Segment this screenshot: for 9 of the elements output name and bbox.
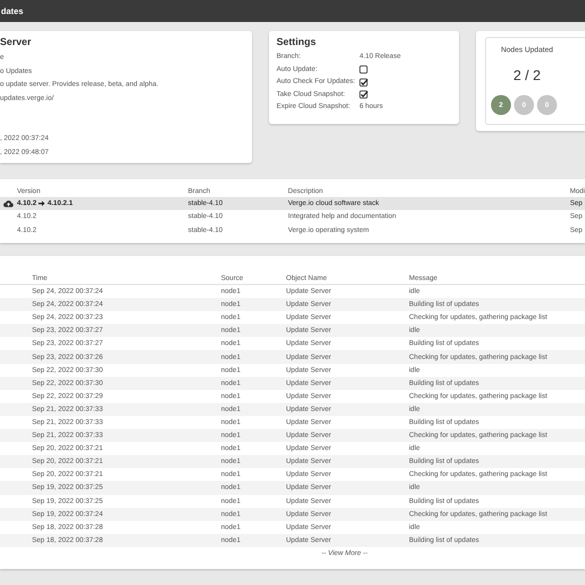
nodes-count: 2 / 2 bbox=[512, 67, 542, 83]
cloud-upload-icon bbox=[3, 199, 14, 208]
checkbox[interactable] bbox=[359, 78, 368, 87]
card-title: Server bbox=[0, 37, 32, 48]
checkbox[interactable] bbox=[359, 65, 368, 74]
arrow-right-icon bbox=[38, 200, 46, 208]
checkbox[interactable] bbox=[359, 90, 368, 100]
card-title: Settings bbox=[276, 37, 317, 48]
page-title: dates bbox=[0, 6, 24, 16]
